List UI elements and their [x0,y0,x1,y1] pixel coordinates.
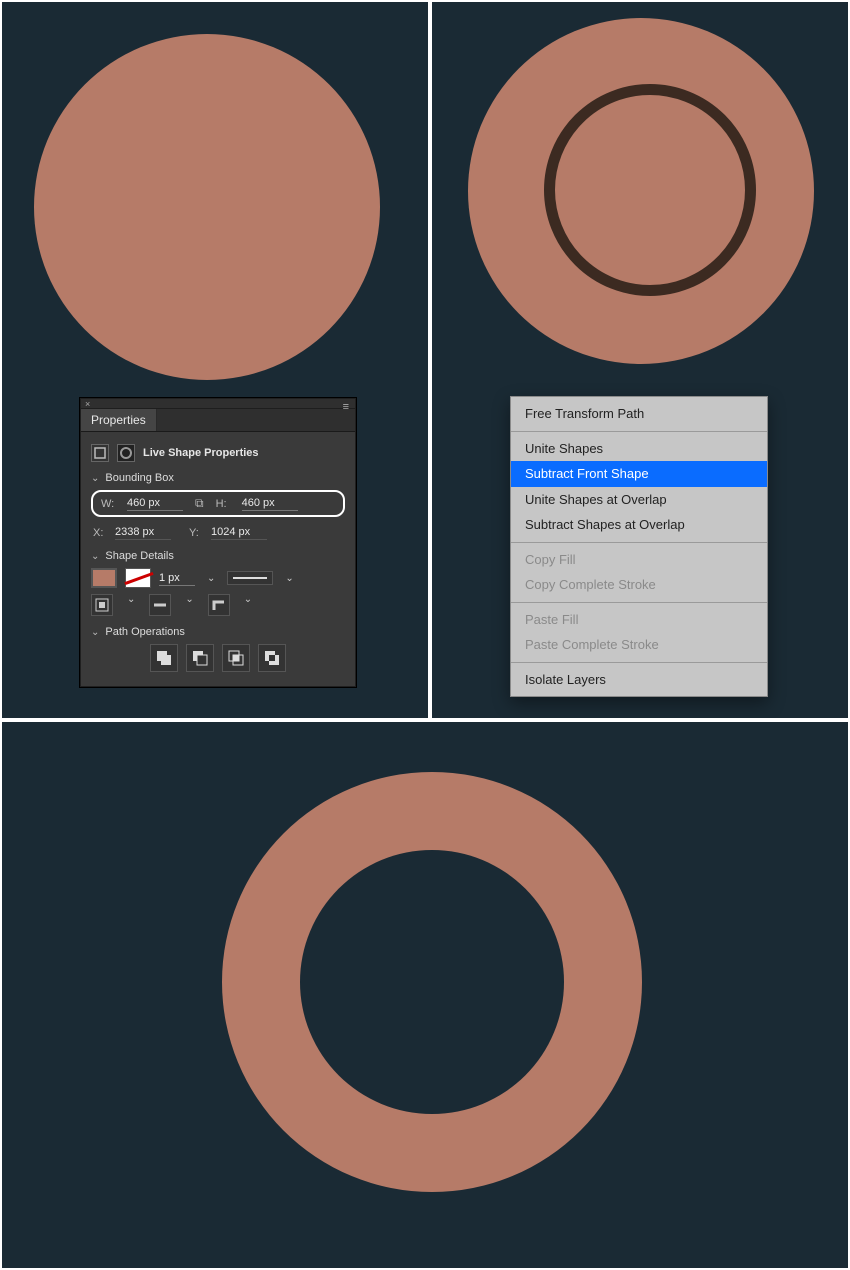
ctx-unite-shapes-at-overlap[interactable]: Unite Shapes at Overlap [511,487,767,513]
ctx-paste-complete-stroke: Paste Complete Stroke [511,632,767,658]
bounding-box-header[interactable]: ⌄ Bounding Box [91,472,345,484]
path-ops-row [91,644,345,672]
menu-separator [511,602,767,603]
path-operations-header[interactable]: ⌄ Path Operations [91,626,345,638]
ctx-subtract-shapes-at-overlap[interactable]: Subtract Shapes at Overlap [511,512,767,538]
stroke-width-input[interactable]: 1 px [159,571,195,586]
chevron-down-icon: ⌄ [91,473,99,484]
rect-shape-icon[interactable] [91,444,109,462]
panel-menu-icon[interactable]: ≡ [343,401,349,413]
ctx-subtract-front-shape[interactable]: Subtract Front Shape [511,461,767,487]
close-icon[interactable]: × [85,399,90,409]
path-ops-label: Path Operations [105,626,185,638]
xy-row: X: 2338 px Y: 1024 px [91,525,345,540]
stroke-corner-button[interactable] [208,594,230,616]
shape-details-label: Shape Details [105,550,174,562]
stroke-style-dropdown[interactable] [227,571,273,585]
width-height-row: W: 460 px ⧉ H: 460 px [91,490,345,517]
step-2-canvas: Free Transform Path Unite Shapes Subtrac… [430,0,850,720]
dropdown-icon[interactable]: ⌄ [240,594,256,616]
height-input[interactable]: 460 px [242,496,298,511]
live-shape-label: Live Shape Properties [143,447,259,459]
fill-stroke-row: 1 px ⌄ ⌄ [91,568,345,588]
stroke-options-row: ⌄ ⌄ ⌄ [91,594,345,616]
subtract-front-shape-button[interactable] [186,644,214,672]
x-input[interactable]: 2338 px [115,525,171,540]
unite-shapes-button[interactable] [150,644,178,672]
ctx-paste-fill: Paste Fill [511,607,767,633]
bounding-box-label: Bounding Box [105,472,174,484]
ctx-unite-shapes[interactable]: Unite Shapes [511,436,767,462]
ctx-copy-fill: Copy Fill [511,547,767,573]
menu-separator [511,662,767,663]
link-wh-icon[interactable]: ⧉ [191,496,208,511]
dropdown-icon[interactable]: ⌄ [123,594,139,616]
chevron-down-icon: ⌄ [91,627,99,638]
ctx-copy-complete-stroke: Copy Complete Stroke [511,572,767,598]
dropdown-icon[interactable]: ⌄ [181,594,197,616]
menu-separator [511,431,767,432]
circle-shape[interactable] [34,34,380,380]
step-1-canvas: × ≡ Properties Live Shape Properties ⌄ [0,0,430,720]
menu-separator [511,542,767,543]
ellipse-shape-icon[interactable] [117,444,135,462]
context-menu: Free Transform Path Unite Shapes Subtrac… [510,396,768,697]
panel-topbar: × ≡ [81,399,355,409]
donut-shape-result[interactable] [222,772,642,1192]
exclude-overlap-button[interactable] [258,644,286,672]
tab-properties[interactable]: Properties [81,409,157,431]
x-label: X: [93,527,111,539]
chevron-down-icon: ⌄ [91,551,99,562]
intersect-shapes-button[interactable] [222,644,250,672]
dropdown-icon[interactable]: ⌄ [203,573,219,584]
stroke-align-button[interactable] [91,594,113,616]
step-3-canvas [0,720,850,1270]
stroke-swatch[interactable] [125,568,151,588]
y-input[interactable]: 1024 px [211,525,267,540]
dropdown-icon[interactable]: ⌄ [281,573,297,584]
tutorial-grid: × ≡ Properties Live Shape Properties ⌄ [0,0,850,1270]
panel-tabs: Properties [81,409,355,432]
ctx-free-transform-path[interactable]: Free Transform Path [511,401,767,427]
y-label: Y: [189,527,207,539]
width-input[interactable]: 460 px [127,496,183,511]
inner-circle-path[interactable] [544,84,756,296]
fill-swatch[interactable] [91,568,117,588]
w-label: W: [101,498,119,510]
ctx-isolate-layers[interactable]: Isolate Layers [511,667,767,693]
stroke-cap-button[interactable] [149,594,171,616]
shape-type-row: Live Shape Properties [91,444,345,462]
shape-details-header[interactable]: ⌄ Shape Details [91,550,345,562]
properties-panel: × ≡ Properties Live Shape Properties ⌄ [80,398,356,687]
h-label: H: [216,498,234,510]
